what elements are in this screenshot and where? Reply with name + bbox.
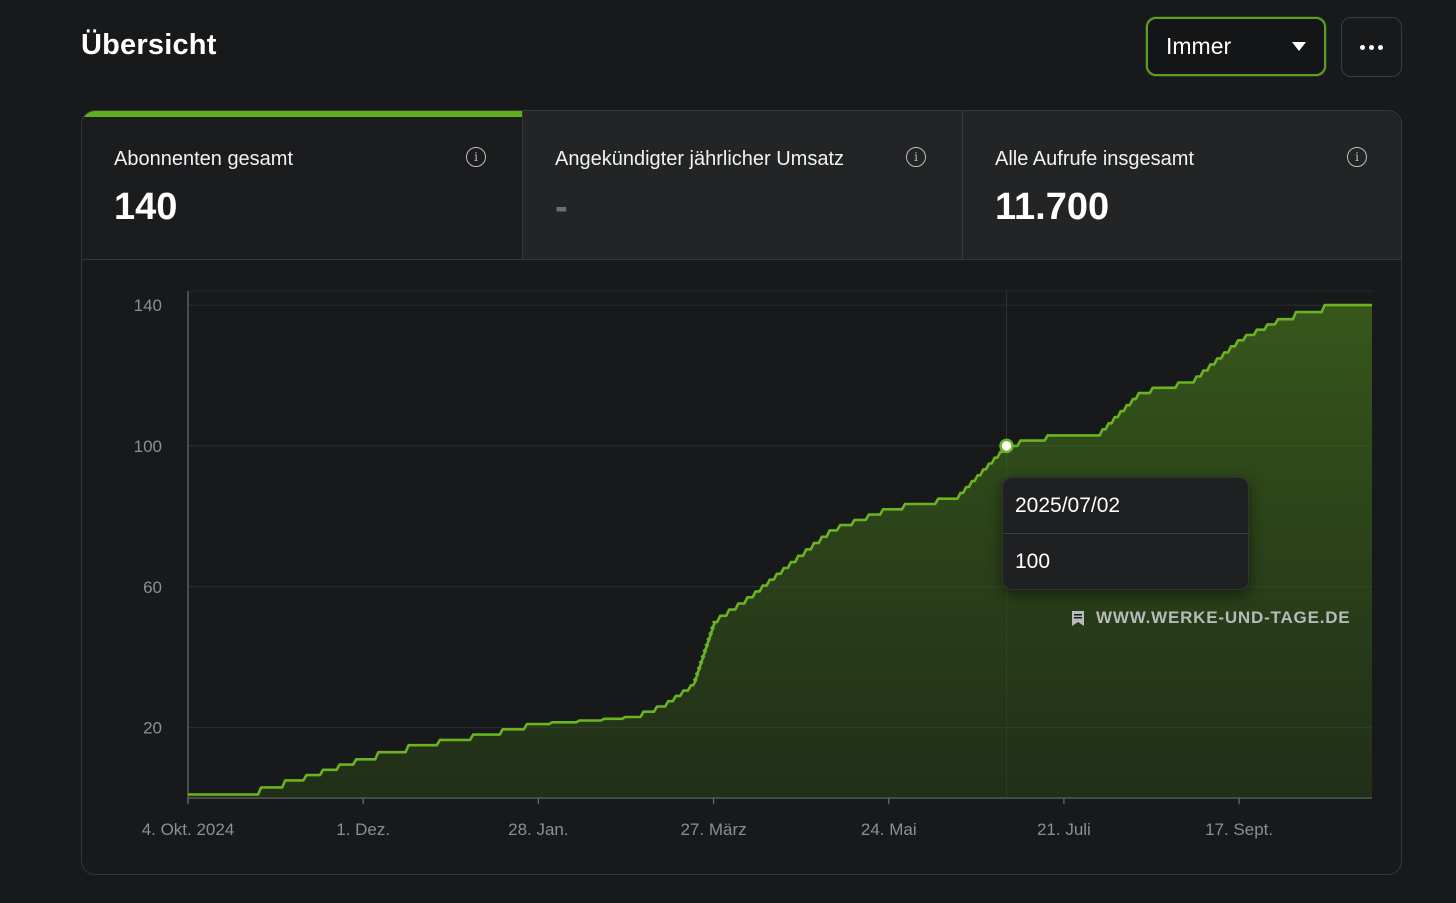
stat-subscribers-tab[interactable]: Abonnenten gesamt 140 i: [82, 111, 522, 259]
more-dot: [1378, 44, 1383, 50]
bookmark-icon: [1072, 610, 1084, 626]
x-tick-label: 24. Mai: [861, 820, 917, 839]
stat-label: Angekündigter jährlicher Umsatz: [555, 148, 845, 170]
time-range-selected: Immer: [1166, 33, 1232, 59]
tooltip-date: 2025/07/02: [1003, 478, 1248, 534]
stat-label: Abonnenten gesamt: [114, 148, 294, 170]
x-tick-label: 28. Jan.: [508, 820, 569, 839]
stats-bar: Abonnenten gesamt 140 i Angekündigter jä…: [82, 111, 1401, 260]
caret-down-icon: [1292, 42, 1306, 51]
hover-point-marker: [999, 438, 1014, 454]
page-title: Übersicht: [81, 29, 217, 61]
x-tick-label: 27. März: [680, 820, 746, 839]
info-icon[interactable]: i: [466, 147, 486, 167]
more-options-button[interactable]: [1341, 17, 1402, 77]
x-tick-label: 4. Okt. 2024: [142, 820, 235, 839]
watermark: WWW.WERKE-UND-TAGE.DE: [1072, 608, 1350, 628]
stat-value: 140: [114, 186, 178, 228]
time-range-dropdown[interactable]: Immer: [1146, 17, 1326, 76]
chart-tooltip: 2025/07/02 100: [1002, 477, 1249, 590]
watermark-text: WWW.WERKE-UND-TAGE.DE: [1096, 608, 1351, 627]
stat-value: -: [555, 186, 568, 228]
info-icon[interactable]: i: [1347, 147, 1367, 167]
x-tick-label: 17. Sept.: [1205, 820, 1273, 839]
y-tick-label: 20: [143, 719, 162, 738]
more-dot: [1369, 44, 1374, 50]
x-tick-label: 1. Dez.: [336, 820, 390, 839]
y-tick-label: 100: [134, 437, 162, 456]
tooltip-value: 100: [1015, 550, 1051, 573]
stat-views-tab[interactable]: Alle Aufrufe insgesamt 11.700 i: [963, 111, 1401, 259]
y-tick-label: 60: [143, 578, 162, 597]
overview-card: Abonnenten gesamt 140 i Angekündigter jä…: [81, 110, 1402, 875]
stat-value: 11.700: [995, 186, 1110, 228]
y-tick-label: 140: [134, 296, 162, 315]
info-icon[interactable]: i: [906, 147, 926, 167]
stat-revenue-tab[interactable]: Angekündigter jährlicher Umsatz - i: [523, 111, 962, 259]
stat-label: Alle Aufrufe insgesamt: [995, 148, 1194, 170]
more-horizontal-icon: [1360, 44, 1365, 50]
x-tick-label: 21. Juli: [1037, 820, 1091, 839]
